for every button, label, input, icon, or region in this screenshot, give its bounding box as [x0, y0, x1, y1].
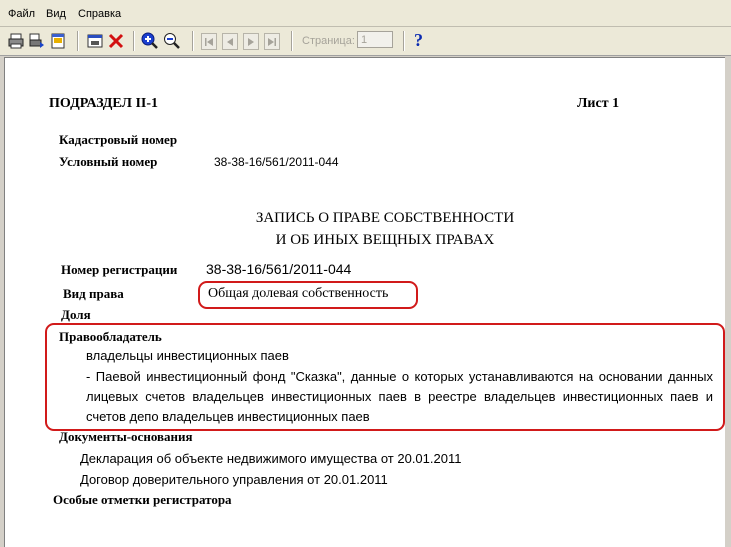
- toolbar-separator: [133, 31, 134, 51]
- registration-label: Номер регистрации: [61, 262, 178, 277]
- cadastral-label: Кадастровый номер: [59, 132, 178, 147]
- menu-bar: Файл Вид Справка: [0, 0, 731, 27]
- menu-file[interactable]: Файл: [8, 8, 35, 20]
- next-page-icon[interactable]: [243, 33, 259, 50]
- toolbar-separator: [77, 31, 78, 51]
- first-page-icon[interactable]: [201, 33, 217, 50]
- close-icon[interactable]: [106, 30, 126, 52]
- document-item-1: Декларация об объекте недвижимого имущес…: [80, 451, 462, 466]
- sheet-number: Лист 1: [577, 96, 620, 111]
- window-icon[interactable]: [85, 30, 105, 52]
- registration-value: 38-38-16/561/2011-044: [206, 261, 352, 277]
- toolbar: Страница: ?: [0, 27, 731, 56]
- export-icon[interactable]: [48, 30, 68, 52]
- documents-label: Документы-основания: [59, 429, 193, 444]
- subsection-title: ПОДРАЗДЕЛ II-1: [49, 96, 159, 111]
- holder-description: - Паевой инвестиционный фонд "Сказка", д…: [86, 369, 713, 424]
- conditional-value: 38-38-16/561/2011-044: [214, 155, 339, 169]
- toolbar-separator: [291, 31, 292, 51]
- document-item-2: Договор доверительного управления от 20.…: [80, 472, 388, 487]
- holder-label: Правообладатель: [59, 329, 162, 344]
- page-label: Страница:: [302, 35, 355, 47]
- print-icon[interactable]: [6, 30, 26, 52]
- share-label: Доля: [61, 307, 91, 322]
- menu-help[interactable]: Справка: [78, 8, 121, 20]
- help-icon[interactable]: ?: [414, 30, 423, 51]
- record-title-line2: И ОБ ИНЫХ ВЕЩНЫХ ПРАВАХ: [275, 232, 495, 248]
- page-number-input[interactable]: [357, 31, 393, 48]
- toolbar-separator: [403, 31, 404, 51]
- registrar-notes-label: Особые отметки регистратора: [53, 492, 232, 507]
- zoom-in-icon[interactable]: [140, 30, 160, 52]
- holder-line1: владельцы инвестиционных паев: [86, 348, 289, 363]
- window-edge: [726, 57, 731, 546]
- toolbar-separator: [192, 31, 193, 51]
- conditional-label: Условный номер: [59, 154, 158, 169]
- right-type-label: Вид права: [63, 286, 124, 301]
- right-type-value: Общая долевая собственность: [208, 286, 389, 301]
- document-page: ПОДРАЗДЕЛ II-1 Лист 1 Кадастровый номер …: [4, 57, 725, 547]
- print-setup-icon[interactable]: [27, 30, 47, 52]
- menu-view[interactable]: Вид: [46, 8, 66, 20]
- last-page-icon[interactable]: [264, 33, 280, 50]
- record-title-line1: ЗАПИСЬ О ПРАВЕ СОБСТВЕННОСТИ: [255, 210, 515, 226]
- zoom-out-icon[interactable]: [162, 30, 182, 52]
- prev-page-icon[interactable]: [222, 33, 238, 50]
